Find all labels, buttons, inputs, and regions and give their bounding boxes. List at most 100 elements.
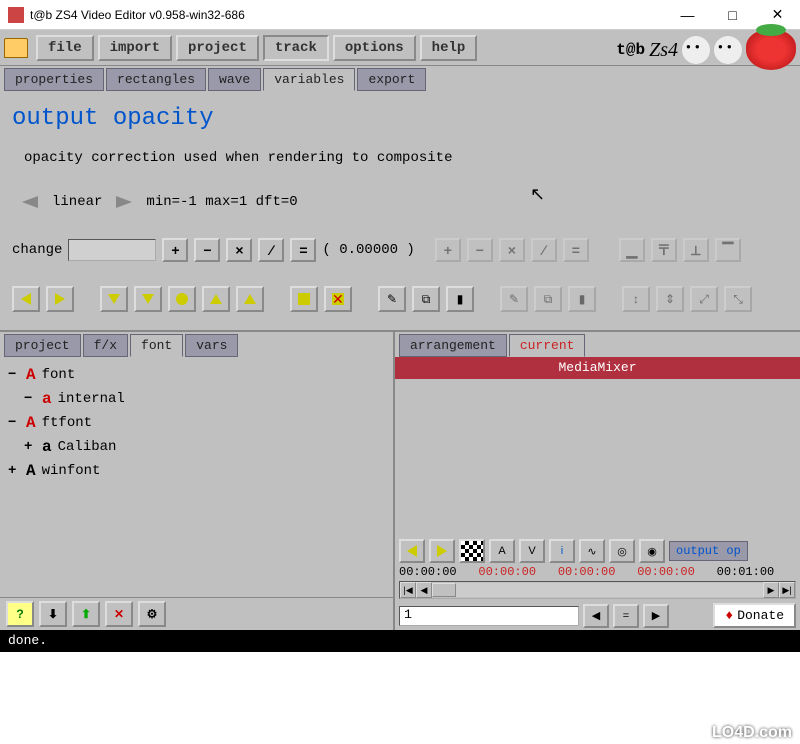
op-div-button[interactable]: ∕ bbox=[258, 238, 284, 262]
scroll-right-icon[interactable]: ▶ bbox=[763, 582, 779, 598]
heart-icon: ♦ bbox=[725, 608, 733, 623]
tab-wave[interactable]: wave bbox=[208, 68, 261, 91]
app-icon bbox=[8, 7, 24, 23]
op-minus2-button: − bbox=[467, 238, 493, 262]
tool9-button: ⤢ bbox=[690, 286, 718, 312]
tree-internal[interactable]: −ainternal bbox=[24, 387, 385, 411]
menu-file[interactable]: file bbox=[36, 35, 94, 61]
mark-button[interactable] bbox=[290, 286, 318, 312]
clear-mark-button[interactable] bbox=[324, 286, 352, 312]
info-button[interactable]: i bbox=[549, 539, 575, 563]
op-times-button[interactable]: × bbox=[226, 238, 252, 262]
collapse-icon[interactable]: − bbox=[24, 391, 36, 407]
menu-project[interactable]: project bbox=[176, 35, 259, 61]
tab-vars[interactable]: vars bbox=[185, 334, 238, 357]
tab-variables[interactable]: variables bbox=[263, 68, 355, 91]
v-button[interactable]: V bbox=[519, 539, 545, 563]
frame-next-button[interactable]: ▶ bbox=[643, 604, 669, 628]
change-label: change bbox=[12, 242, 62, 258]
tool2-button[interactable]: ⧉ bbox=[412, 286, 440, 312]
delete-button[interactable]: ✕ bbox=[105, 601, 133, 627]
tool4-button: ✎ bbox=[500, 286, 528, 312]
align2-button: 〒 bbox=[651, 238, 677, 262]
tool5-button: ⧉ bbox=[534, 286, 562, 312]
key-down-button[interactable] bbox=[134, 286, 162, 312]
tc1: 00:00:00 bbox=[399, 565, 478, 579]
output-op-button[interactable]: output op bbox=[669, 541, 748, 561]
tab-export[interactable]: export bbox=[357, 68, 426, 91]
tool1-button[interactable]: ✎ bbox=[378, 286, 406, 312]
brand-zs4: Zs4 bbox=[649, 39, 678, 62]
menu-help[interactable]: help bbox=[420, 35, 478, 61]
tree-winfont[interactable]: +Awinfont bbox=[8, 459, 385, 483]
folder-icon[interactable] bbox=[4, 38, 28, 58]
prev-button[interactable] bbox=[12, 286, 40, 312]
brand-tab: t@b bbox=[616, 41, 645, 59]
frame-eq-button[interactable]: = bbox=[613, 604, 639, 628]
minimize-button[interactable]: — bbox=[665, 0, 710, 29]
key-in-button[interactable] bbox=[100, 286, 128, 312]
tabbar-right: arrangement current bbox=[395, 332, 800, 357]
config-button[interactable]: ⚙ bbox=[138, 601, 166, 627]
menu-track[interactable]: track bbox=[263, 35, 329, 61]
change-input[interactable] bbox=[68, 239, 156, 261]
tab-arrangement[interactable]: arrangement bbox=[399, 334, 507, 357]
a-button[interactable]: A bbox=[489, 539, 515, 563]
expand-icon[interactable]: + bbox=[24, 439, 36, 455]
next-mode-icon[interactable] bbox=[116, 196, 132, 208]
play-next-button[interactable] bbox=[429, 539, 455, 563]
scroll-track[interactable] bbox=[432, 583, 763, 597]
window-title: t@b ZS4 Video Editor v0.958-win32-686 bbox=[30, 8, 665, 22]
donate-button[interactable]: ♦Donate bbox=[713, 603, 796, 628]
frame-prev-button[interactable]: ◀ bbox=[583, 604, 609, 628]
help-button[interactable]: ? bbox=[6, 601, 34, 627]
tab-current[interactable]: current bbox=[509, 334, 586, 357]
collapse-icon[interactable]: − bbox=[8, 367, 20, 383]
scroll-first-icon[interactable]: |◀ bbox=[400, 582, 416, 598]
tc3: 00:00:00 bbox=[558, 565, 637, 579]
target-button[interactable]: ◎ bbox=[609, 539, 635, 563]
menu-options[interactable]: options bbox=[333, 35, 416, 61]
op-eq-button[interactable]: = bbox=[290, 238, 316, 262]
toolbar-row: ✎ ⧉ ▮ ✎ ⧉ ▮ ↕ ⇕ ⤢ ⤡ bbox=[12, 286, 788, 312]
scroll-thumb[interactable] bbox=[432, 583, 456, 597]
import-button[interactable]: ⬇ bbox=[39, 601, 67, 627]
op-plus-button[interactable]: + bbox=[162, 238, 188, 262]
scroll-last-icon[interactable]: ▶| bbox=[779, 582, 795, 598]
tool7-button: ↕ bbox=[622, 286, 650, 312]
next-button[interactable] bbox=[46, 286, 74, 312]
collapse-icon[interactable]: − bbox=[8, 415, 20, 431]
tree-caliban[interactable]: +aCaliban bbox=[24, 435, 385, 459]
key-up-button[interactable] bbox=[202, 286, 230, 312]
statusbar: done. bbox=[0, 630, 800, 652]
tool3-button[interactable]: ▮ bbox=[446, 286, 474, 312]
timeline-scrollbar[interactable]: |◀ ◀ ▶ ▶| bbox=[399, 581, 796, 599]
timecode-row: 00:00:00 00:00:00 00:00:00 00:00:00 00:0… bbox=[395, 565, 800, 579]
align4-button: ▔ bbox=[715, 238, 741, 262]
export-button[interactable]: ⬆ bbox=[72, 601, 100, 627]
font-a-icon: A bbox=[26, 366, 36, 384]
frame-input[interactable] bbox=[399, 606, 579, 626]
tab-font[interactable]: font bbox=[130, 334, 183, 357]
key-out-button[interactable] bbox=[236, 286, 264, 312]
target2-button[interactable]: ◉ bbox=[639, 539, 665, 563]
menu-import[interactable]: import bbox=[98, 35, 172, 61]
tab-fx[interactable]: f/x bbox=[83, 334, 128, 357]
maximize-button[interactable]: □ bbox=[710, 0, 755, 29]
tree-font[interactable]: −Afont bbox=[8, 363, 385, 387]
tab-project[interactable]: project bbox=[4, 334, 81, 357]
play-prev-button[interactable] bbox=[399, 539, 425, 563]
checker-button[interactable] bbox=[459, 539, 485, 563]
op-minus-button[interactable]: − bbox=[194, 238, 220, 262]
prev-mode-icon[interactable] bbox=[22, 196, 38, 208]
tab-rectangles[interactable]: rectangles bbox=[106, 68, 206, 91]
op-times2-button: × bbox=[499, 238, 525, 262]
media-body bbox=[395, 379, 800, 537]
mode-label: linear bbox=[52, 194, 102, 210]
expand-icon[interactable]: + bbox=[8, 463, 20, 479]
key-circle-button[interactable] bbox=[168, 286, 196, 312]
wave-button[interactable]: ∿ bbox=[579, 539, 605, 563]
scroll-left-icon[interactable]: ◀ bbox=[416, 582, 432, 598]
tab-properties[interactable]: properties bbox=[4, 68, 104, 91]
tree-ftfont[interactable]: −Aftfont bbox=[8, 411, 385, 435]
